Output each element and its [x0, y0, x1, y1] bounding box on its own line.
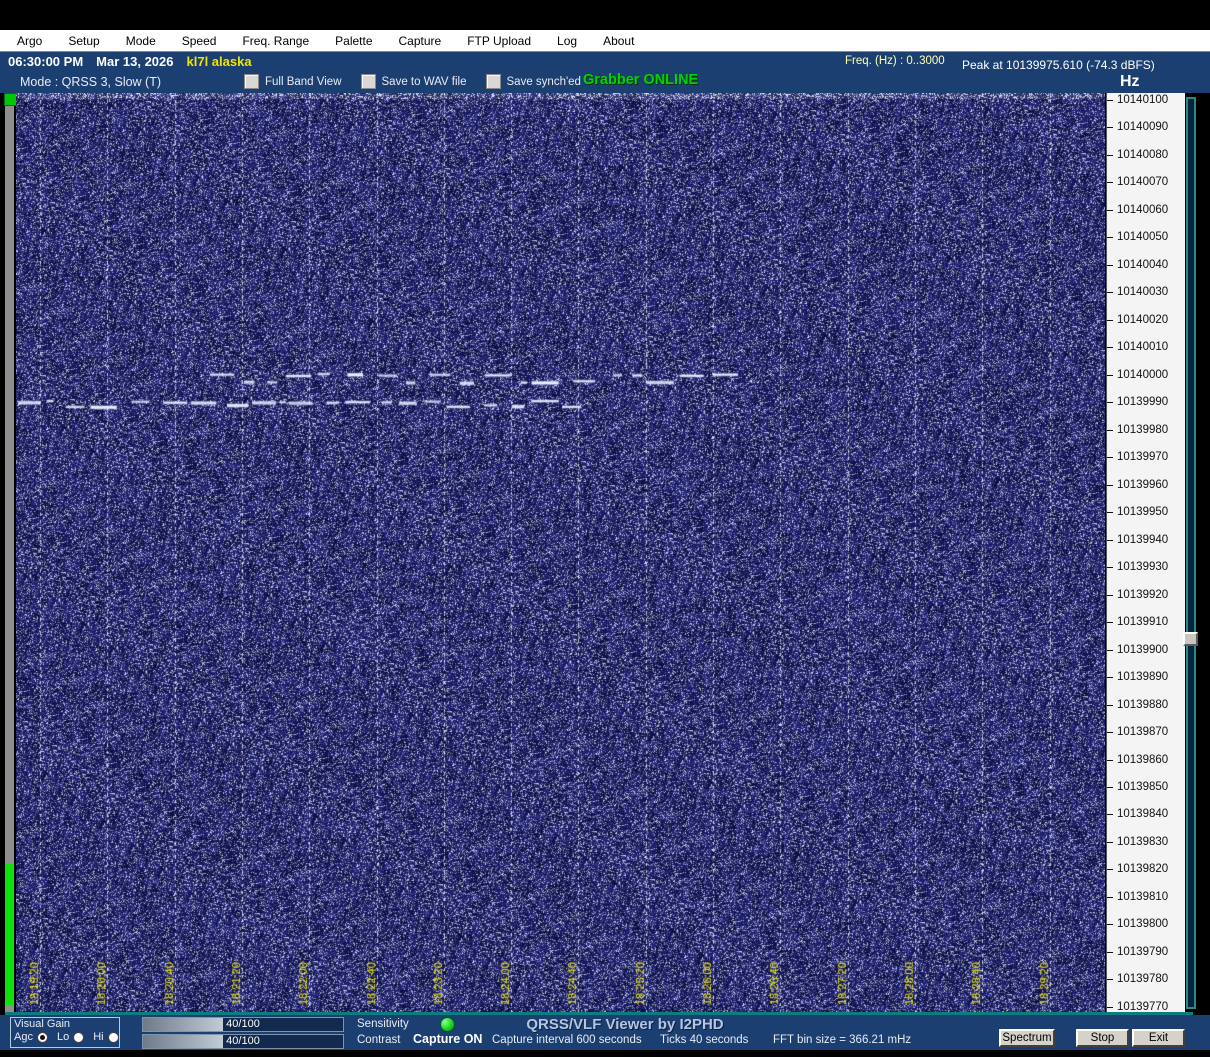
checkbox-label: Save synch'ed [506, 75, 581, 88]
freq-scale-label: 10139830 [1107, 835, 1168, 849]
freq-offset-track[interactable] [1186, 97, 1196, 1009]
radio-icon[interactable] [107, 1031, 119, 1043]
capture-interval-label: Capture interval 600 seconds [492, 1034, 642, 1046]
mode-label: Mode : QRSS 3, Slow (T) [20, 75, 162, 89]
freq-scale-label: 10140020 [1107, 313, 1168, 327]
radio-icon[interactable] [36, 1031, 48, 1043]
freq-range-readout: Freq. (Hz) : 0..3000 [845, 55, 945, 67]
menu-item[interactable]: Palette [335, 34, 372, 48]
visual-gain-options: Agc Lo Hi [14, 1031, 119, 1043]
menu-item[interactable]: Capture [399, 34, 442, 48]
slider-value: 40/100 [226, 1018, 260, 1030]
freq-scale-label: 10139850 [1107, 780, 1168, 794]
freq-scale-label: 10140000 [1107, 368, 1168, 382]
visual-gain-label: Visual Gain [14, 1018, 71, 1030]
slider-value: 40/100 [226, 1035, 260, 1047]
contrast-label: Contrast [357, 1034, 401, 1046]
freq-scale-label: 10140030 [1107, 285, 1168, 299]
argo-window: Argo Setup Mode Speed Freq. Range Palette Capt… [0, 0, 1210, 1057]
checkbox[interactable]: Save synch'ed [485, 74, 581, 89]
visual-gain-radio[interactable]: Lo [56, 1031, 85, 1043]
stop-button[interactable]: Stop [1076, 1029, 1129, 1047]
freq-scale: 10140100 10140090 10140080 10140070 10140060… [1106, 93, 1185, 1013]
checkbox-box-icon[interactable] [360, 74, 376, 89]
grabber-status: Grabber ONLINE [583, 72, 699, 88]
freq-scale-label: 10139950 [1107, 505, 1168, 519]
freq-scale-label: 10140070 [1107, 175, 1168, 189]
radio-icon[interactable] [73, 1031, 85, 1043]
freq-scale-label: 10139940 [1107, 533, 1168, 547]
clock-group: 06:30:00 PM Mar 13, 2026 kl7l alaska [8, 54, 252, 69]
freq-scale-label: 10140060 [1107, 203, 1168, 217]
gain-sliders: 40/100 40/100 [142, 1017, 344, 1051]
freq-offset-thumb[interactable] [1183, 632, 1198, 646]
hz-unit-label: Hz [1120, 73, 1140, 90]
freq-scale-label: 10139980 [1107, 423, 1168, 437]
status-bar: 06:30:00 PM Mar 13, 2026 kl7l alaska Fre… [0, 52, 1210, 72]
freq-scale-label: 10140090 [1107, 120, 1168, 134]
freq-scale-label: 10139780 [1107, 972, 1168, 986]
sensitivity-label: Sensitivity [357, 1018, 409, 1030]
menu-item[interactable]: Freq. Range [242, 34, 309, 48]
visual-gain-radio[interactable]: Hi [93, 1031, 119, 1043]
freq-scale-label: 10140010 [1107, 340, 1168, 354]
freq-scale-label: 10139880 [1107, 698, 1168, 712]
freq-scale-label: 10140100 [1107, 93, 1168, 107]
freq-scale-label: 10139920 [1107, 588, 1168, 602]
menu-item[interactable]: About [603, 34, 634, 48]
checkbox-label: Full Band View [265, 75, 342, 88]
freq-scale-label: 10139930 [1107, 560, 1168, 574]
gain-slider[interactable]: 40/100 [142, 1034, 344, 1049]
freq-scale-label: 10139860 [1107, 753, 1168, 767]
checkbox-box-icon[interactable] [485, 74, 501, 89]
freq-scale-label: 10139990 [1107, 395, 1168, 409]
checkbox[interactable]: Save to WAV file [360, 74, 467, 89]
capture-state-label: Capture ON [413, 1032, 483, 1046]
mode-row: Mode : QRSS 3, Slow (T) Full Band View S… [0, 72, 1210, 93]
waterfall-canvas[interactable] [16, 93, 1105, 1012]
exit-button[interactable]: Exit [1132, 1029, 1185, 1047]
menu-item[interactable]: Speed [182, 34, 217, 48]
freq-scale-label: 10140040 [1107, 258, 1168, 272]
freq-scale-label: 10139970 [1107, 450, 1168, 464]
freq-scale-label: 10139960 [1107, 478, 1168, 492]
freq-scale-label: 10139840 [1107, 807, 1168, 821]
freq-scale-label: 10139890 [1107, 670, 1168, 684]
spectrum-button[interactable]: Spectrum [999, 1029, 1055, 1047]
buffer-progress-bar [5, 864, 14, 1005]
peak-readout: Peak at 10139975.610 (-74.3 dBFS) [962, 58, 1155, 72]
freq-scale-label: 10139910 [1107, 615, 1168, 629]
callsign-label: kl7l alaska [186, 54, 252, 69]
bottom-bar: Visual Gain Agc Lo Hi 40/100 40/100 Sens… [0, 1015, 1210, 1050]
freq-scale-label: 10139800 [1107, 917, 1168, 931]
freq-scale-label: 10139820 [1107, 862, 1168, 876]
checkbox[interactable]: Full Band View [244, 74, 342, 89]
menu-item[interactable]: Log [557, 34, 577, 48]
freq-scale-label: 10139900 [1107, 643, 1168, 657]
visual-gain-group: Visual Gain Agc Lo Hi [10, 1017, 120, 1048]
freq-scale-label: 10139790 [1107, 945, 1168, 959]
freq-scale-label: 10140080 [1107, 148, 1168, 162]
freq-scale-label: 10139870 [1107, 725, 1168, 739]
ticks-info-label: Ticks 40 seconds [660, 1034, 749, 1046]
clock-time: 06:30:00 PM [8, 54, 84, 69]
menu-item[interactable]: Argo [17, 34, 42, 48]
radio-label: Lo [56, 1031, 70, 1043]
clock-date: Mar 13, 2026 [96, 54, 174, 69]
checkbox-label: Save to WAV file [381, 75, 467, 88]
freq-scale-label: 10139810 [1107, 890, 1168, 904]
gain-slider[interactable]: 40/100 [142, 1017, 344, 1032]
fft-bin-label: FFT bin size = 366.21 mHz [773, 1034, 912, 1046]
freq-scale-label: 10140050 [1107, 230, 1168, 244]
app-title: QRSS/VLF Viewer by I2PHD [526, 1016, 724, 1033]
checkbox-row: Full Band View Save to WAV file Save syn… [244, 74, 581, 89]
menu-bar: Argo Setup Mode Speed Freq. Range Palette Capt… [0, 30, 1210, 52]
menu-item[interactable]: Mode [126, 34, 156, 48]
menu-item[interactable]: Setup [68, 34, 99, 48]
radio-label: Hi [93, 1031, 104, 1043]
radio-label: Agc [14, 1031, 33, 1043]
menu-item[interactable]: FTP Upload [467, 34, 531, 48]
visual-gain-radio[interactable]: Agc [14, 1031, 48, 1043]
checkbox-box-icon[interactable] [244, 74, 259, 89]
